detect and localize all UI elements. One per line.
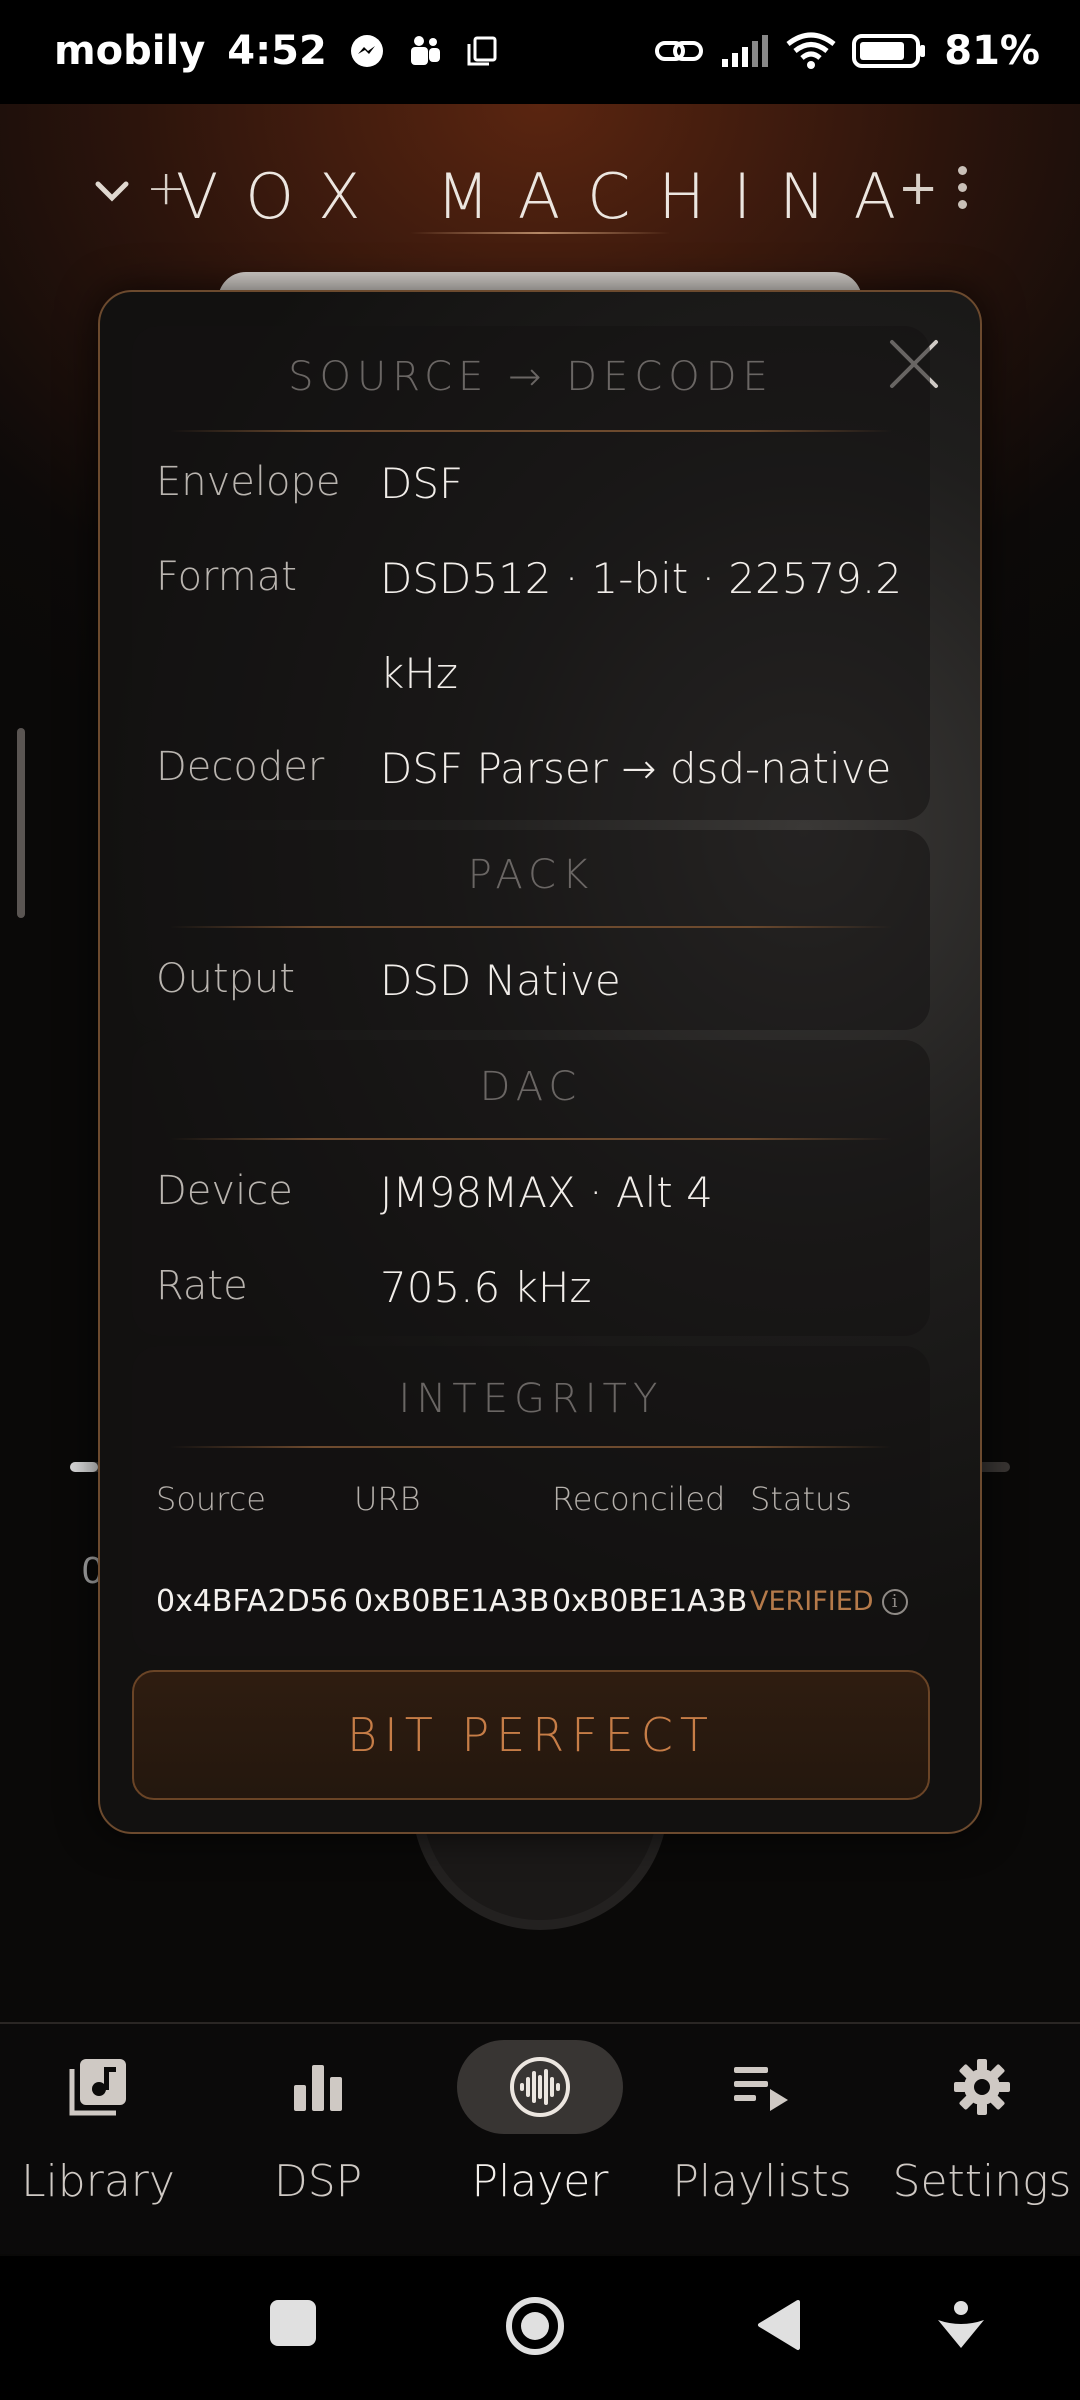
output-value: DSD Native	[380, 956, 621, 1005]
decoder-value: DSF Parser → dsd-native	[380, 744, 892, 793]
nav-item-settings[interactable]: Settings	[882, 2040, 1080, 2207]
copy-icon	[465, 34, 499, 68]
seek-bar-progress	[70, 1462, 98, 1472]
nav-label-library: Library	[21, 2156, 175, 2207]
waveform-icon	[457, 2040, 623, 2134]
nav-item-dsp[interactable]: DSP	[218, 2040, 418, 2207]
back-button[interactable]	[754, 2298, 802, 2357]
integrity-urb-value: 0xB0BE1A3B	[354, 1584, 550, 1619]
library-icon	[15, 2040, 181, 2134]
teams-icon	[407, 33, 443, 69]
format-value: DSD512 · 1-bit · 22579.2 kHz	[380, 554, 902, 698]
section-divider	[170, 1138, 892, 1140]
nav-label-playlists: Playlists	[672, 2156, 852, 2207]
nav-item-library[interactable]: Library	[0, 2040, 198, 2207]
nav-label-player: Player	[471, 2156, 609, 2207]
decoder-label: Decoder	[156, 744, 325, 790]
link-icon	[654, 33, 704, 69]
carrier-label: mobily	[54, 28, 206, 74]
section-title: PACK	[467, 852, 595, 898]
nav-label-dsp: DSP	[273, 2156, 363, 2207]
rate-label: Rate	[156, 1263, 248, 1309]
system-navigation-bar	[0, 2256, 1080, 2400]
battery-percent: 81%	[944, 28, 1040, 74]
section-divider	[170, 1446, 892, 1448]
section-title: INTEGRITY	[398, 1376, 664, 1422]
more-options-icon[interactable]	[958, 166, 967, 209]
add-right-button[interactable]: +	[898, 160, 938, 216]
envelope-value: DSF	[380, 459, 464, 508]
integrity-source-value: 0x4BFA2D56	[156, 1584, 348, 1619]
integrity-header-source: Source	[156, 1480, 266, 1518]
device-label: Device	[156, 1168, 293, 1214]
section-divider	[170, 430, 892, 432]
envelope-label: Envelope	[156, 459, 341, 505]
bar-chart-icon	[235, 2040, 401, 2134]
signal-icon	[720, 33, 770, 69]
integrity-reconciled-value: 0xB0BE1A3B	[552, 1584, 748, 1619]
playlist-icon	[679, 2040, 845, 2134]
rate-value: 705.6 kHz	[380, 1263, 592, 1312]
home-button[interactable]	[505, 2296, 565, 2361]
info-icon[interactable]: i	[881, 1588, 908, 1615]
clock: 4:52	[227, 28, 327, 74]
device-value: JM98MAX · Alt 4	[380, 1168, 713, 1217]
nav-item-player[interactable]: Player	[440, 2040, 640, 2207]
gear-icon	[899, 2040, 1065, 2134]
bit-perfect-badge: BIT PERFECT	[132, 1670, 930, 1800]
recents-button[interactable]	[270, 2300, 316, 2346]
integrity-header-status: Status	[750, 1480, 852, 1518]
battery-icon	[852, 33, 928, 69]
wifi-icon	[786, 32, 836, 70]
messenger-icon	[349, 33, 385, 69]
format-label: Format	[156, 554, 297, 600]
nav-item-playlists[interactable]: Playlists	[662, 2040, 862, 2207]
output-label: Output	[156, 956, 295, 1002]
title-underline	[410, 232, 670, 234]
section-title: SOURCE → DECODE	[288, 354, 774, 400]
side-scroll-indicator[interactable]	[17, 728, 25, 918]
nav-label-settings: Settings	[892, 2156, 1072, 2207]
integrity-header-urb: URB	[354, 1480, 421, 1518]
section-title: DAC	[479, 1064, 583, 1110]
assistant-button[interactable]	[934, 2298, 988, 2357]
status-bar: mobily 4:52 81%	[0, 0, 1080, 104]
status-verified-label: VERIFIED	[750, 1586, 874, 1617]
section-divider	[170, 926, 892, 928]
integrity-status[interactable]: VERIFIED i	[750, 1586, 908, 1617]
integrity-header-reconciled: Reconciled	[552, 1480, 726, 1518]
player-header: + VOX MACHINA +	[0, 150, 1080, 240]
